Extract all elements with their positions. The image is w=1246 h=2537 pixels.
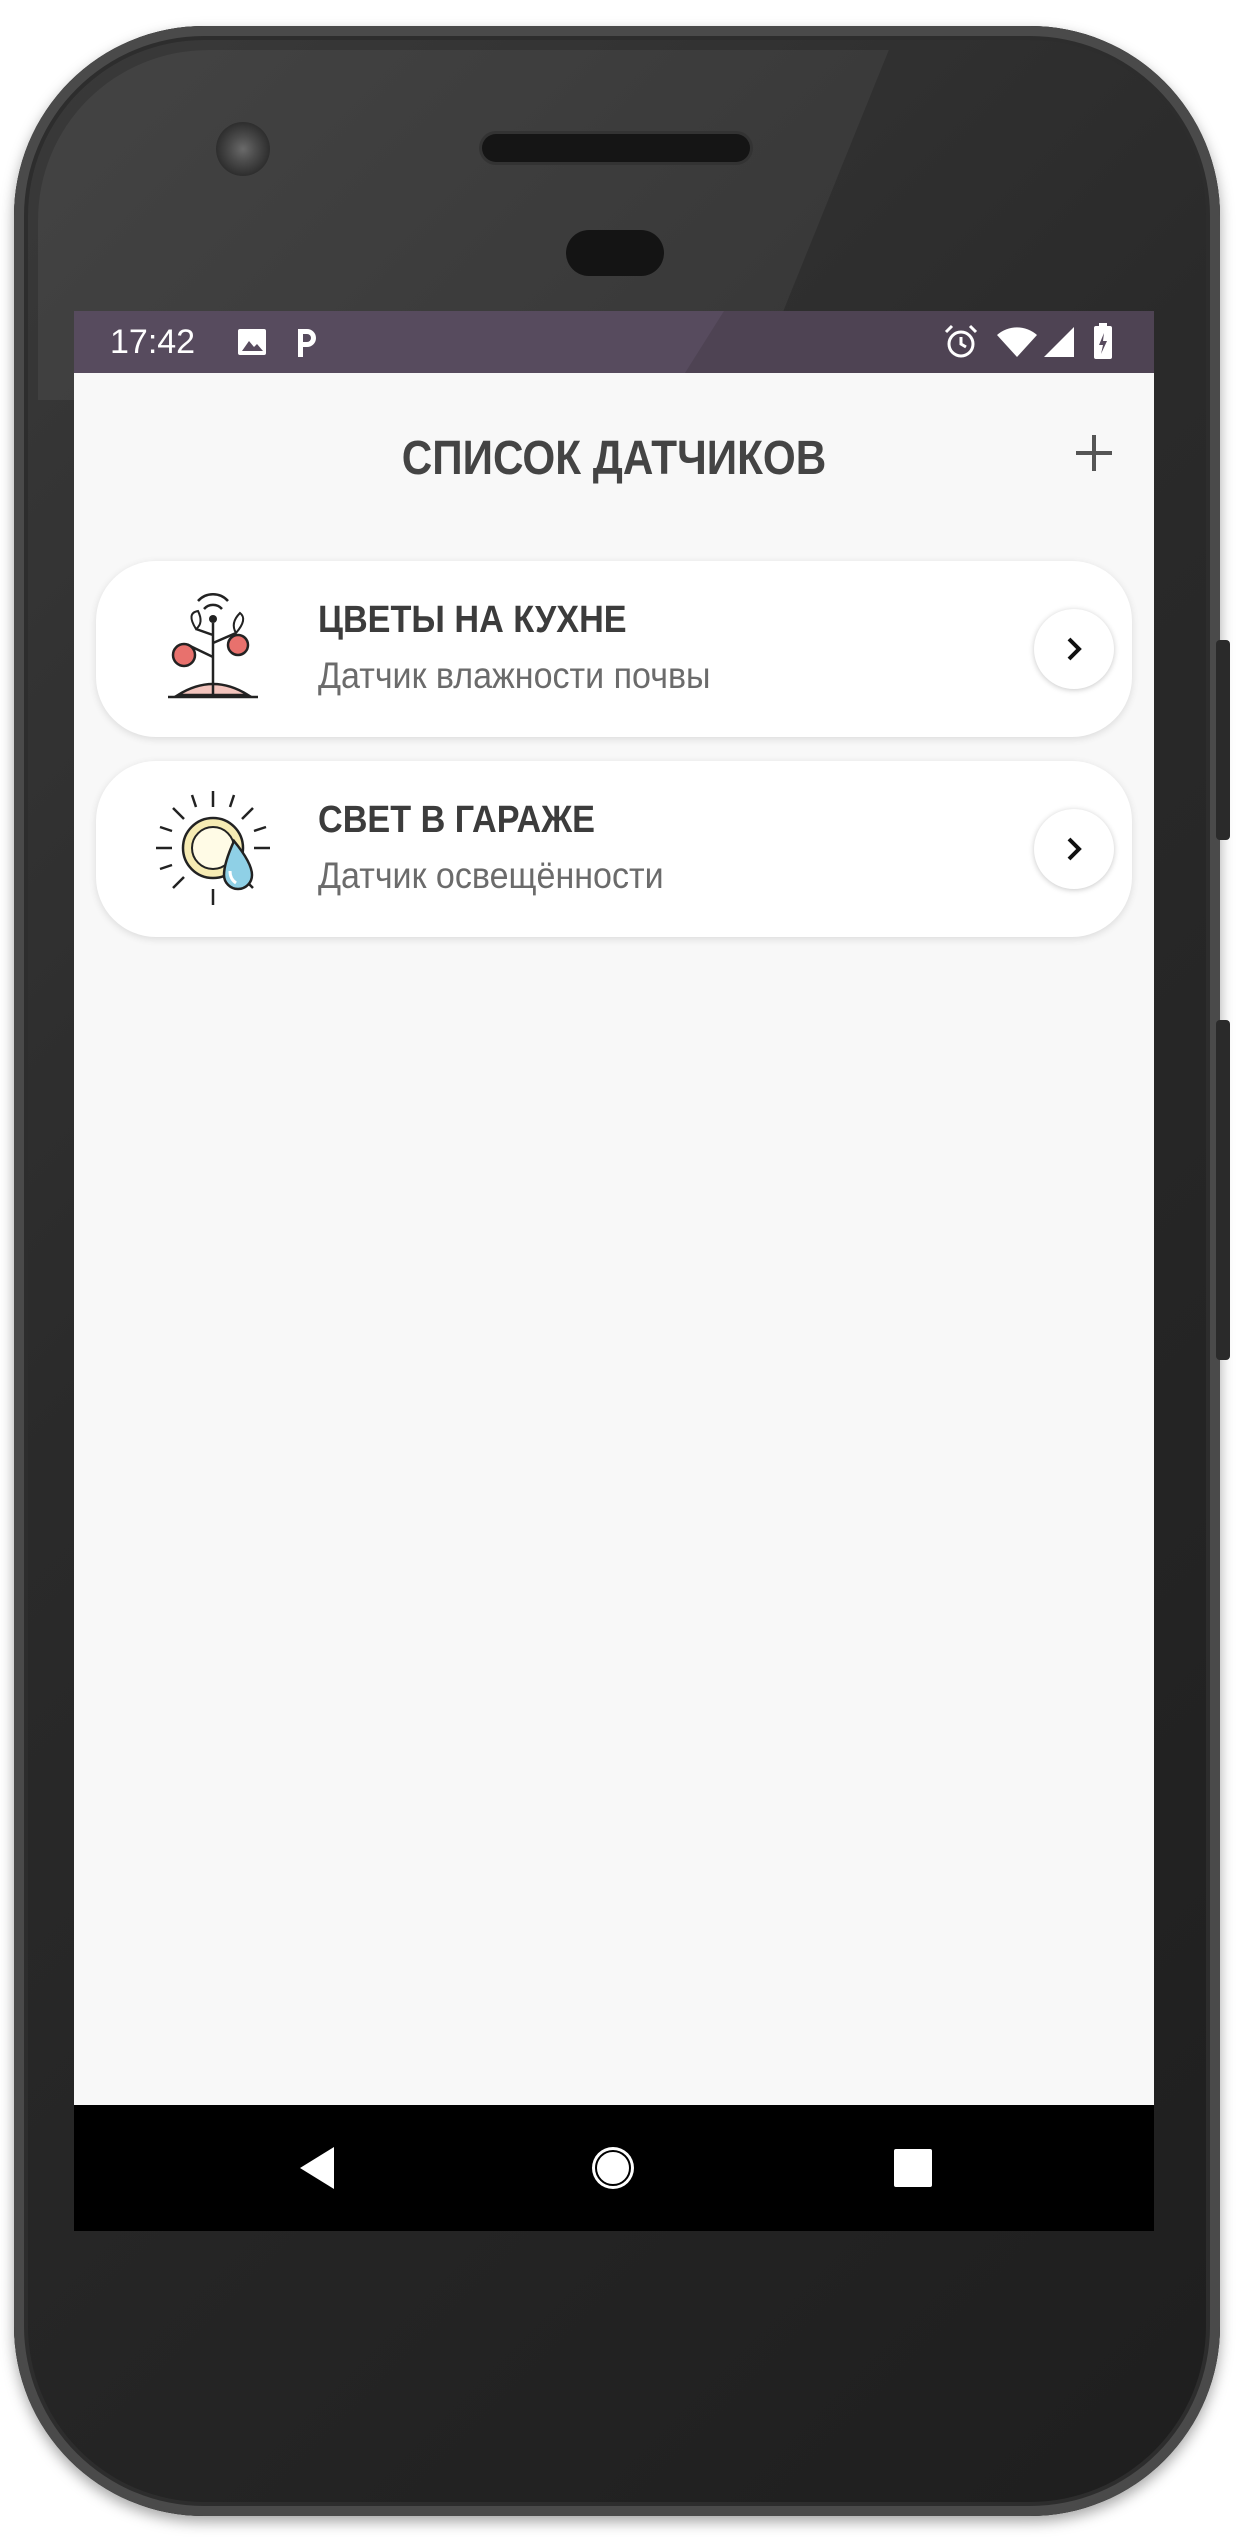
open-sensor-button[interactable] xyxy=(1034,809,1114,889)
alarm-icon xyxy=(944,324,978,358)
sensor-type: Датчик влажности почвы xyxy=(318,655,711,696)
sensor-name: СВЕТ В ГАРАЖЕ xyxy=(318,799,595,841)
app-header: СПИСОК ДАТЧИКОВ xyxy=(74,373,1154,523)
status-bar: 17:42 xyxy=(74,311,1154,373)
sensor-name: ЦВЕТЫ НА КУХНЕ xyxy=(318,599,627,641)
earpiece-speaker xyxy=(482,134,750,162)
wifi-icon xyxy=(997,327,1037,357)
proximity-sensor xyxy=(566,230,664,276)
battery-charging-icon xyxy=(1094,323,1112,359)
power-button xyxy=(1216,1020,1230,1360)
recents-icon[interactable] xyxy=(888,2143,938,2193)
sun-drop-icon xyxy=(156,791,270,905)
sensor-card[interactable]: ЦВЕТЫ НА КУХНЕ Датчик влажности почвы xyxy=(96,561,1132,737)
status-time: 17:42 xyxy=(110,323,196,361)
screen: 17:42 СПИСОК ДАТЧИКОВ ЦВЕТЫ НА КУХНЕ Дат… xyxy=(74,311,1154,2231)
back-icon[interactable] xyxy=(294,2143,344,2193)
add-sensor-button[interactable] xyxy=(1054,413,1134,493)
navigation-bar xyxy=(74,2105,1154,2231)
volume-button xyxy=(1216,640,1230,840)
front-camera xyxy=(216,122,270,176)
signal-icon xyxy=(1044,327,1074,357)
parking-icon xyxy=(298,329,316,357)
sensor-card[interactable]: СВЕТ В ГАРАЖЕ Датчик освещённости xyxy=(96,761,1132,937)
plus-icon xyxy=(1076,435,1112,471)
plant-sensor-icon xyxy=(168,592,258,699)
sensor-type: Датчик освещённости xyxy=(318,855,664,896)
home-icon[interactable] xyxy=(588,2143,638,2193)
open-sensor-button[interactable] xyxy=(1034,609,1114,689)
image-icon xyxy=(238,329,266,355)
page-title: СПИСОК ДАТЧИКОВ xyxy=(401,432,827,485)
chevron-right-icon xyxy=(1067,637,1082,661)
chevron-right-icon xyxy=(1067,837,1082,861)
